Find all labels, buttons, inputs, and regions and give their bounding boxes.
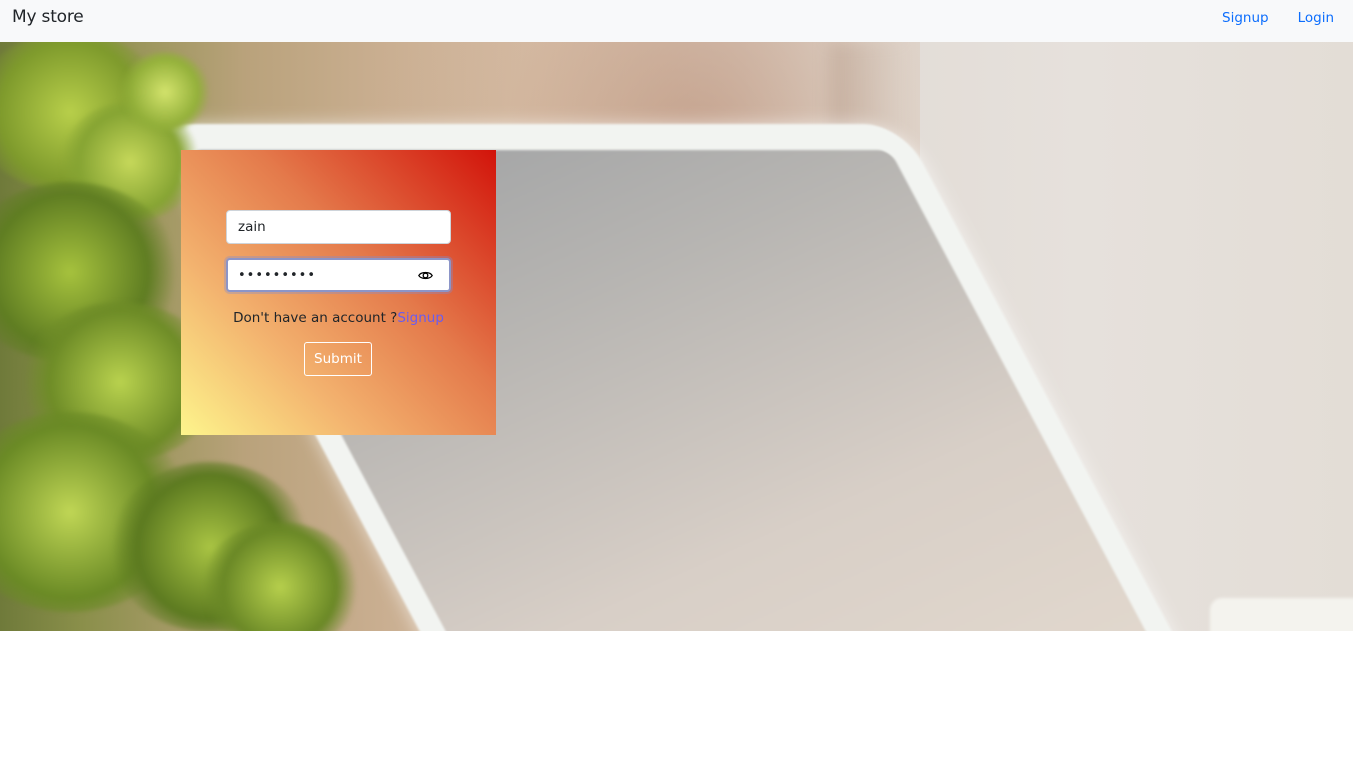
- desk-object: [1210, 598, 1353, 631]
- nav-signup-link[interactable]: Signup: [1222, 10, 1269, 26]
- username-value: zain: [238, 219, 266, 235]
- username-input[interactable]: zain: [226, 210, 451, 244]
- eye-icon[interactable]: [418, 269, 433, 280]
- nav-login-link[interactable]: Login: [1298, 10, 1334, 26]
- signup-prompt-text: Don't have an account ?: [233, 310, 398, 326]
- login-card: zain ••••••••• Don't have an account ?Si…: [181, 150, 496, 435]
- brand-logo[interactable]: My store: [12, 7, 84, 27]
- nav-links: Signup Login: [1222, 10, 1334, 26]
- signup-prompt: Don't have an account ?Signup: [181, 310, 496, 326]
- password-input[interactable]: •••••••••: [226, 258, 451, 292]
- submit-button[interactable]: Submit: [304, 342, 372, 376]
- scrollbar-gutter: [1353, 0, 1366, 768]
- navbar: My store Signup Login: [0, 0, 1353, 42]
- signup-link[interactable]: Signup: [397, 310, 444, 326]
- password-value: •••••••••: [238, 267, 317, 283]
- page: My store Signup Login zain ••••••••• Don…: [0, 0, 1353, 768]
